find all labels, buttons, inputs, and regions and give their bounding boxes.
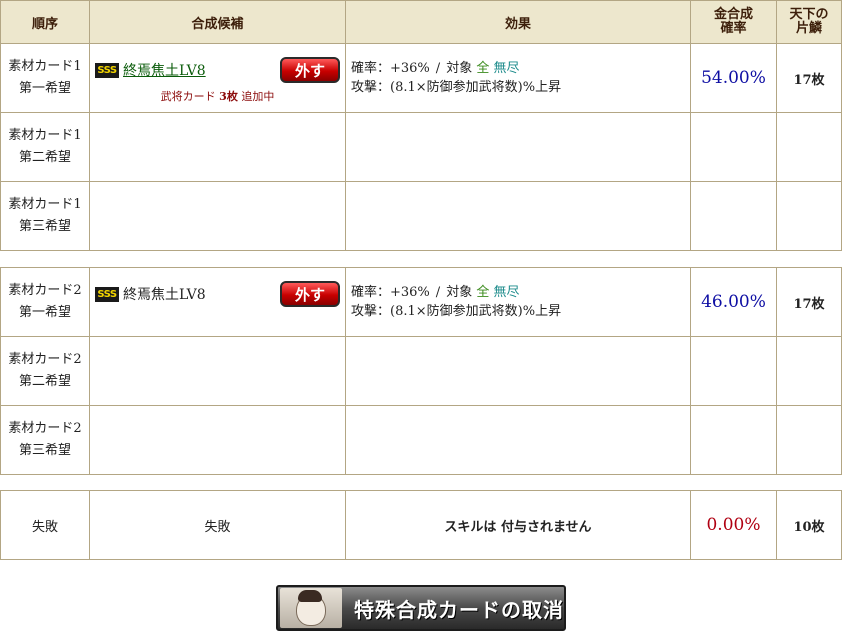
effect-rate: 確率：+36% [351, 285, 430, 300]
fail-prob-cell: 0.00% [690, 490, 777, 560]
effect-cell [345, 181, 691, 251]
table-header-row: 順序 合成候補 効果 金合成 確率 天下の 片鱗 [0, 0, 842, 44]
effect-separator: / [435, 61, 441, 76]
table-row: 素材カード1 第一希望 SSS 終焉焦土LV8 外す 武将カード 3枚 追加中 … [0, 43, 842, 113]
order-cell: 素材カード2 第三希望 [0, 405, 90, 475]
effect-cell [345, 336, 691, 406]
sss-rank-icon: SSS [95, 286, 119, 302]
effect-cell [345, 405, 691, 475]
remove-button[interactable]: 外す [280, 281, 340, 307]
header-gold-prob-line1: 金合成 [713, 7, 753, 22]
fail-skill-cell: スキルは 付与されません [345, 490, 691, 560]
order-cell: 素材カード1 第三希望 [0, 181, 90, 251]
table-row: 素材カード1 第三希望 [0, 181, 842, 251]
scale-cell [776, 112, 842, 182]
candidate-cell[interactable] [89, 336, 346, 406]
table-row: 素材カード1 第二希望 [0, 112, 842, 182]
order-material: 素材カード2 [8, 283, 82, 298]
order-cell: 素材カード2 第一希望 [0, 267, 90, 337]
adding-count: 3枚 [219, 90, 238, 103]
gold-prob-cell: 46.00% [690, 267, 777, 337]
effect-all: 全 [476, 285, 490, 300]
fail-candidate-cell: 失敗 [89, 490, 346, 560]
effect-attack: 攻撃：(8.1×防御参加武将数)%上昇 [351, 80, 562, 95]
scale-cell [776, 181, 842, 251]
fail-order-cell: 失敗 [0, 490, 90, 560]
header-order: 順序 [0, 0, 90, 44]
candidate-cell[interactable] [89, 181, 346, 251]
candidate-cell: SSS 終焉焦土LV8 外す 武将カード 3枚 追加中 [89, 43, 346, 113]
synthesis-table-group-1: 順序 合成候補 効果 金合成 確率 天下の 片鱗 素材カード1 第一希望 SSS… [0, 0, 842, 251]
scale-cell: 17枚 [776, 43, 842, 113]
cancel-button-label: 特殊合成カードの取消 [354, 597, 564, 622]
order-material: 素材カード2 [8, 352, 82, 367]
order-cell: 素材カード1 第一希望 [0, 43, 90, 113]
synthesis-table-fail: 失敗 失敗 スキルは 付与されません 0.00% 10枚 [0, 490, 842, 560]
effect-separator: / [435, 285, 441, 300]
header-effect: 効果 [345, 0, 691, 44]
order-material: 素材カード2 [8, 421, 82, 436]
order-cell: 素材カード1 第二希望 [0, 112, 90, 182]
adding-suffix: 追加中 [241, 90, 275, 103]
effect-unlimited: 無尽 [493, 285, 520, 300]
effect-cell: 確率：+36% / 対象 全 無尽 攻撃：(8.1×防御参加武将数)%上昇 [345, 267, 691, 337]
order-cell: 素材カード2 第二希望 [0, 336, 90, 406]
table-row: 素材カード2 第一希望 SSS 終焉焦土LV8 外す 確率：+36% / 対象 全 … [0, 267, 842, 337]
order-choice: 第三希望 [18, 443, 71, 458]
header-scale-line1: 天下の [789, 7, 829, 22]
order-material: 素材カード1 [8, 128, 82, 143]
character-portrait-icon [280, 588, 342, 628]
order-choice: 第二希望 [18, 374, 71, 389]
remove-button[interactable]: 外す [280, 57, 340, 83]
candidate-card: SSS 終焉焦土LV8 [95, 60, 206, 80]
table-row: 素材カード2 第二希望 [0, 336, 842, 406]
gold-prob-cell [690, 405, 777, 475]
header-gold-prob: 金合成 確率 [690, 0, 777, 44]
cancel-special-card-button[interactable]: 特殊合成カードの取消 [276, 585, 566, 631]
order-material: 素材カード1 [8, 197, 82, 212]
fail-row: 失敗 失敗 スキルは 付与されません 0.00% 10枚 [0, 490, 842, 560]
adding-prefix: 武将カード [160, 90, 216, 103]
gold-prob-cell [690, 112, 777, 182]
order-choice: 第一希望 [18, 305, 71, 320]
header-candidate: 合成候補 [89, 0, 346, 44]
effect-attack: 攻撃：(8.1×防御参加武将数)%上昇 [351, 304, 562, 319]
sss-rank-icon: SSS [95, 62, 119, 78]
effect-unlimited: 無尽 [493, 61, 520, 76]
candidate-cell[interactable] [89, 112, 346, 182]
order-choice: 第三希望 [18, 219, 71, 234]
gold-prob-cell: 54.00% [690, 43, 777, 113]
candidate-cell: SSS 終焉焦土LV8 外す [89, 267, 346, 337]
gold-prob-cell [690, 336, 777, 406]
effect-cell: 確率：+36% / 対象 全 無尽 攻撃：(8.1×防御参加武将数)%上昇 [345, 43, 691, 113]
order-material: 素材カード1 [8, 59, 82, 74]
effect-target: 対象 [446, 61, 473, 76]
effect-target: 対象 [446, 285, 473, 300]
scale-cell: 17枚 [776, 267, 842, 337]
candidate-card: SSS 終焉焦土LV8 [95, 284, 206, 304]
effect-all: 全 [476, 61, 490, 76]
adding-status: 武将カード 3枚 追加中 [90, 88, 345, 104]
table-row: 素材カード2 第三希望 [0, 405, 842, 475]
candidate-cell[interactable] [89, 405, 346, 475]
fail-scale-cell: 10枚 [776, 490, 842, 560]
order-choice: 第二希望 [18, 150, 71, 165]
effect-cell [345, 112, 691, 182]
order-choice: 第一希望 [18, 81, 71, 96]
header-gold-prob-line2: 確率 [720, 21, 747, 36]
effect-rate: 確率：+36% [351, 61, 430, 76]
gold-prob-cell [690, 181, 777, 251]
scale-cell [776, 405, 842, 475]
header-scale: 天下の 片鱗 [776, 0, 842, 44]
card-name-link[interactable]: 終焉焦土LV8 [123, 60, 206, 80]
header-scale-line2: 片鱗 [795, 21, 822, 36]
card-name: 終焉焦土LV8 [123, 287, 206, 303]
scale-cell [776, 336, 842, 406]
synthesis-table-group-2: 素材カード2 第一希望 SSS 終焉焦土LV8 外す 確率：+36% / 対象 全 … [0, 267, 842, 475]
